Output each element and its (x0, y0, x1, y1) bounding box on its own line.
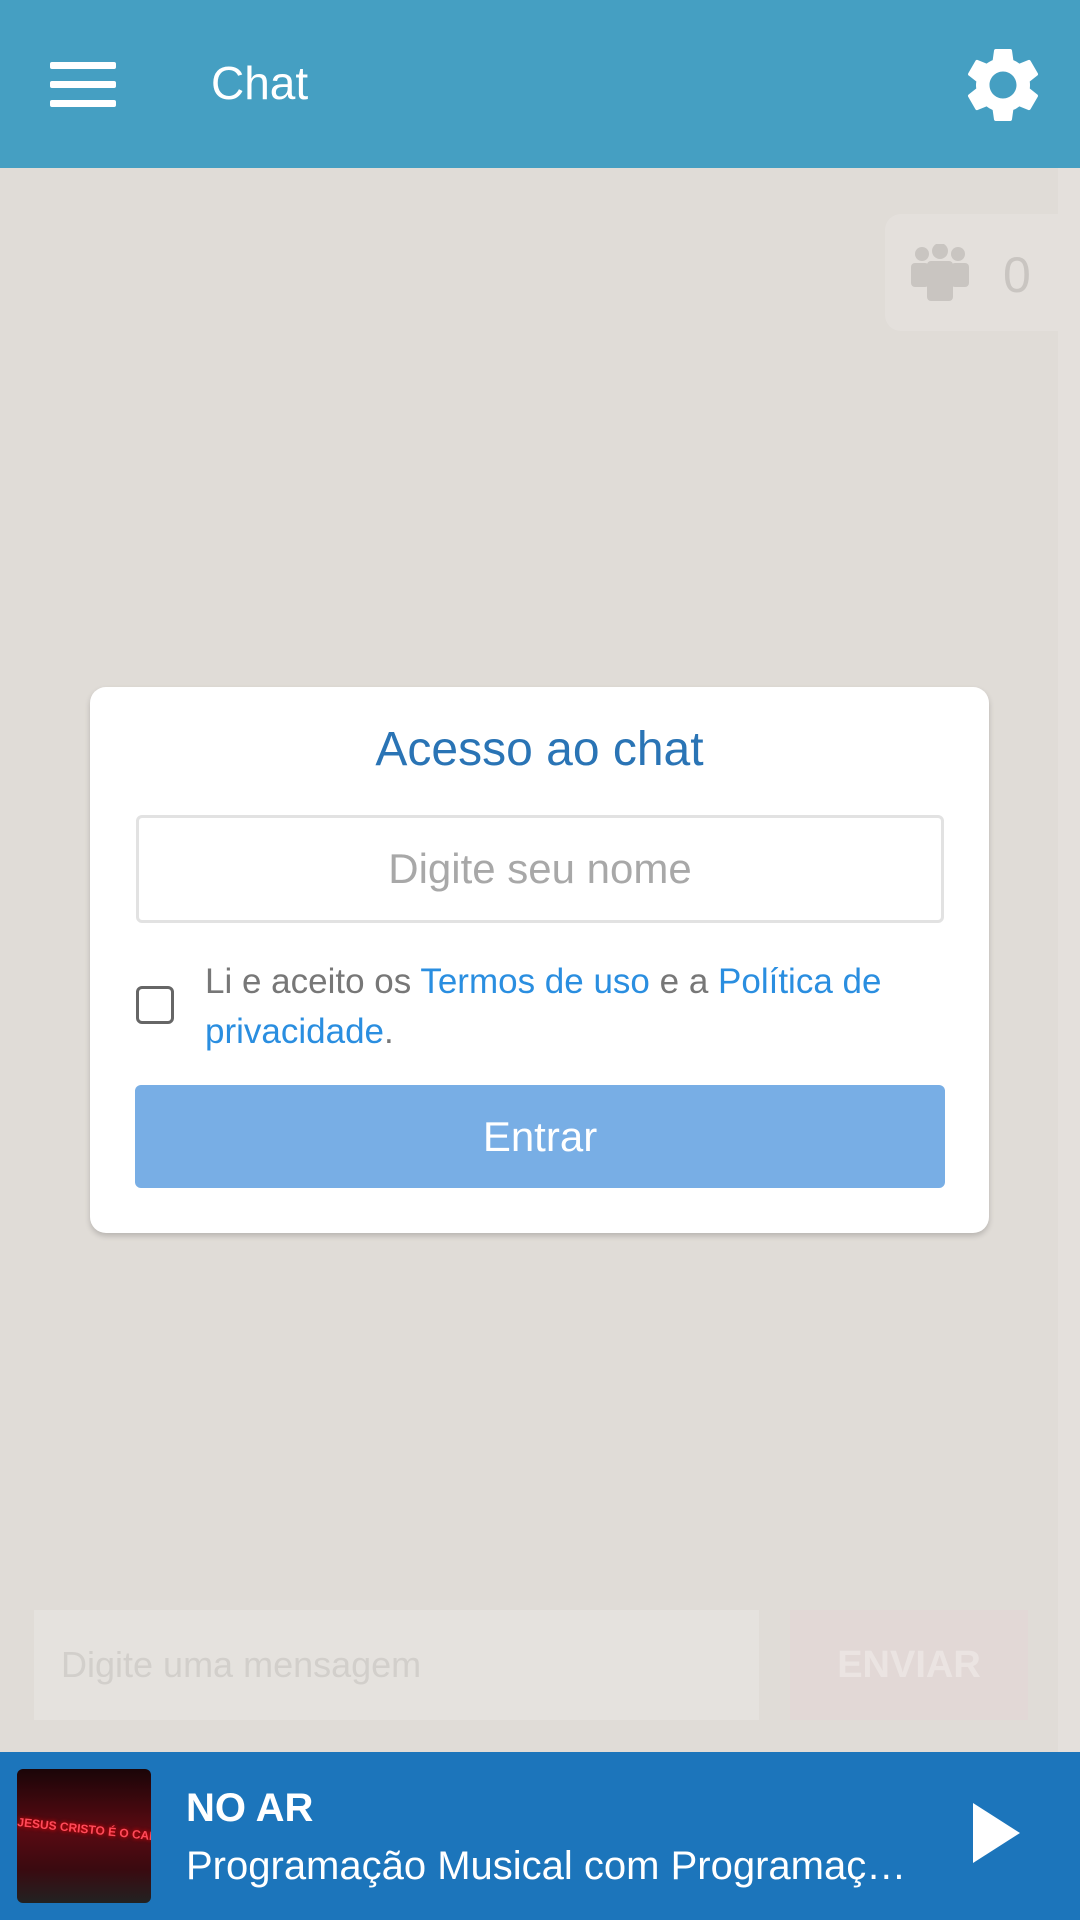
terms-prefix: Li e aceito os (205, 962, 421, 1001)
terms-suffix: . (384, 1012, 394, 1051)
program-thumbnail: JESUS CRISTO É O CAMINHO (17, 1769, 151, 1903)
online-users-count: 0 (1003, 247, 1031, 303)
app-header: Chat (0, 0, 1080, 168)
page-title: Chat (211, 57, 309, 109)
send-button[interactable]: ENVIAR (790, 1610, 1028, 1720)
online-users-badge[interactable]: 0 (885, 214, 1058, 331)
radio-player-bar: JESUS CRISTO É O CAMINHO NO AR Programaç… (0, 1752, 1080, 1920)
terms-of-use-link[interactable]: Termos de uso (420, 962, 650, 1001)
message-input[interactable] (34, 1610, 759, 1720)
users-group-icon (911, 244, 969, 301)
terms-mid: e a (649, 962, 719, 1001)
chat-access-dialog: Acesso ao chat Li e aceito os Termos de … (90, 687, 989, 1233)
thumbnail-neon-text: JESUS CRISTO É O CAMINHO (17, 1815, 151, 1847)
program-title: Programação Musical com Programação Musi… (186, 1844, 926, 1888)
terms-text: Li e aceito os Termos de uso e a Polític… (205, 957, 925, 1057)
name-input[interactable] (136, 815, 944, 923)
play-icon[interactable] (973, 1803, 1020, 1863)
scrollbar[interactable] (1058, 168, 1080, 1752)
accept-terms-checkbox[interactable] (136, 986, 174, 1024)
enter-button[interactable]: Entrar (135, 1085, 945, 1188)
hamburger-menu-icon[interactable] (50, 62, 118, 108)
dialog-title: Acesso ao chat (375, 723, 704, 776)
on-air-label: NO AR (186, 1786, 314, 1830)
gear-icon[interactable] (958, 40, 1048, 130)
